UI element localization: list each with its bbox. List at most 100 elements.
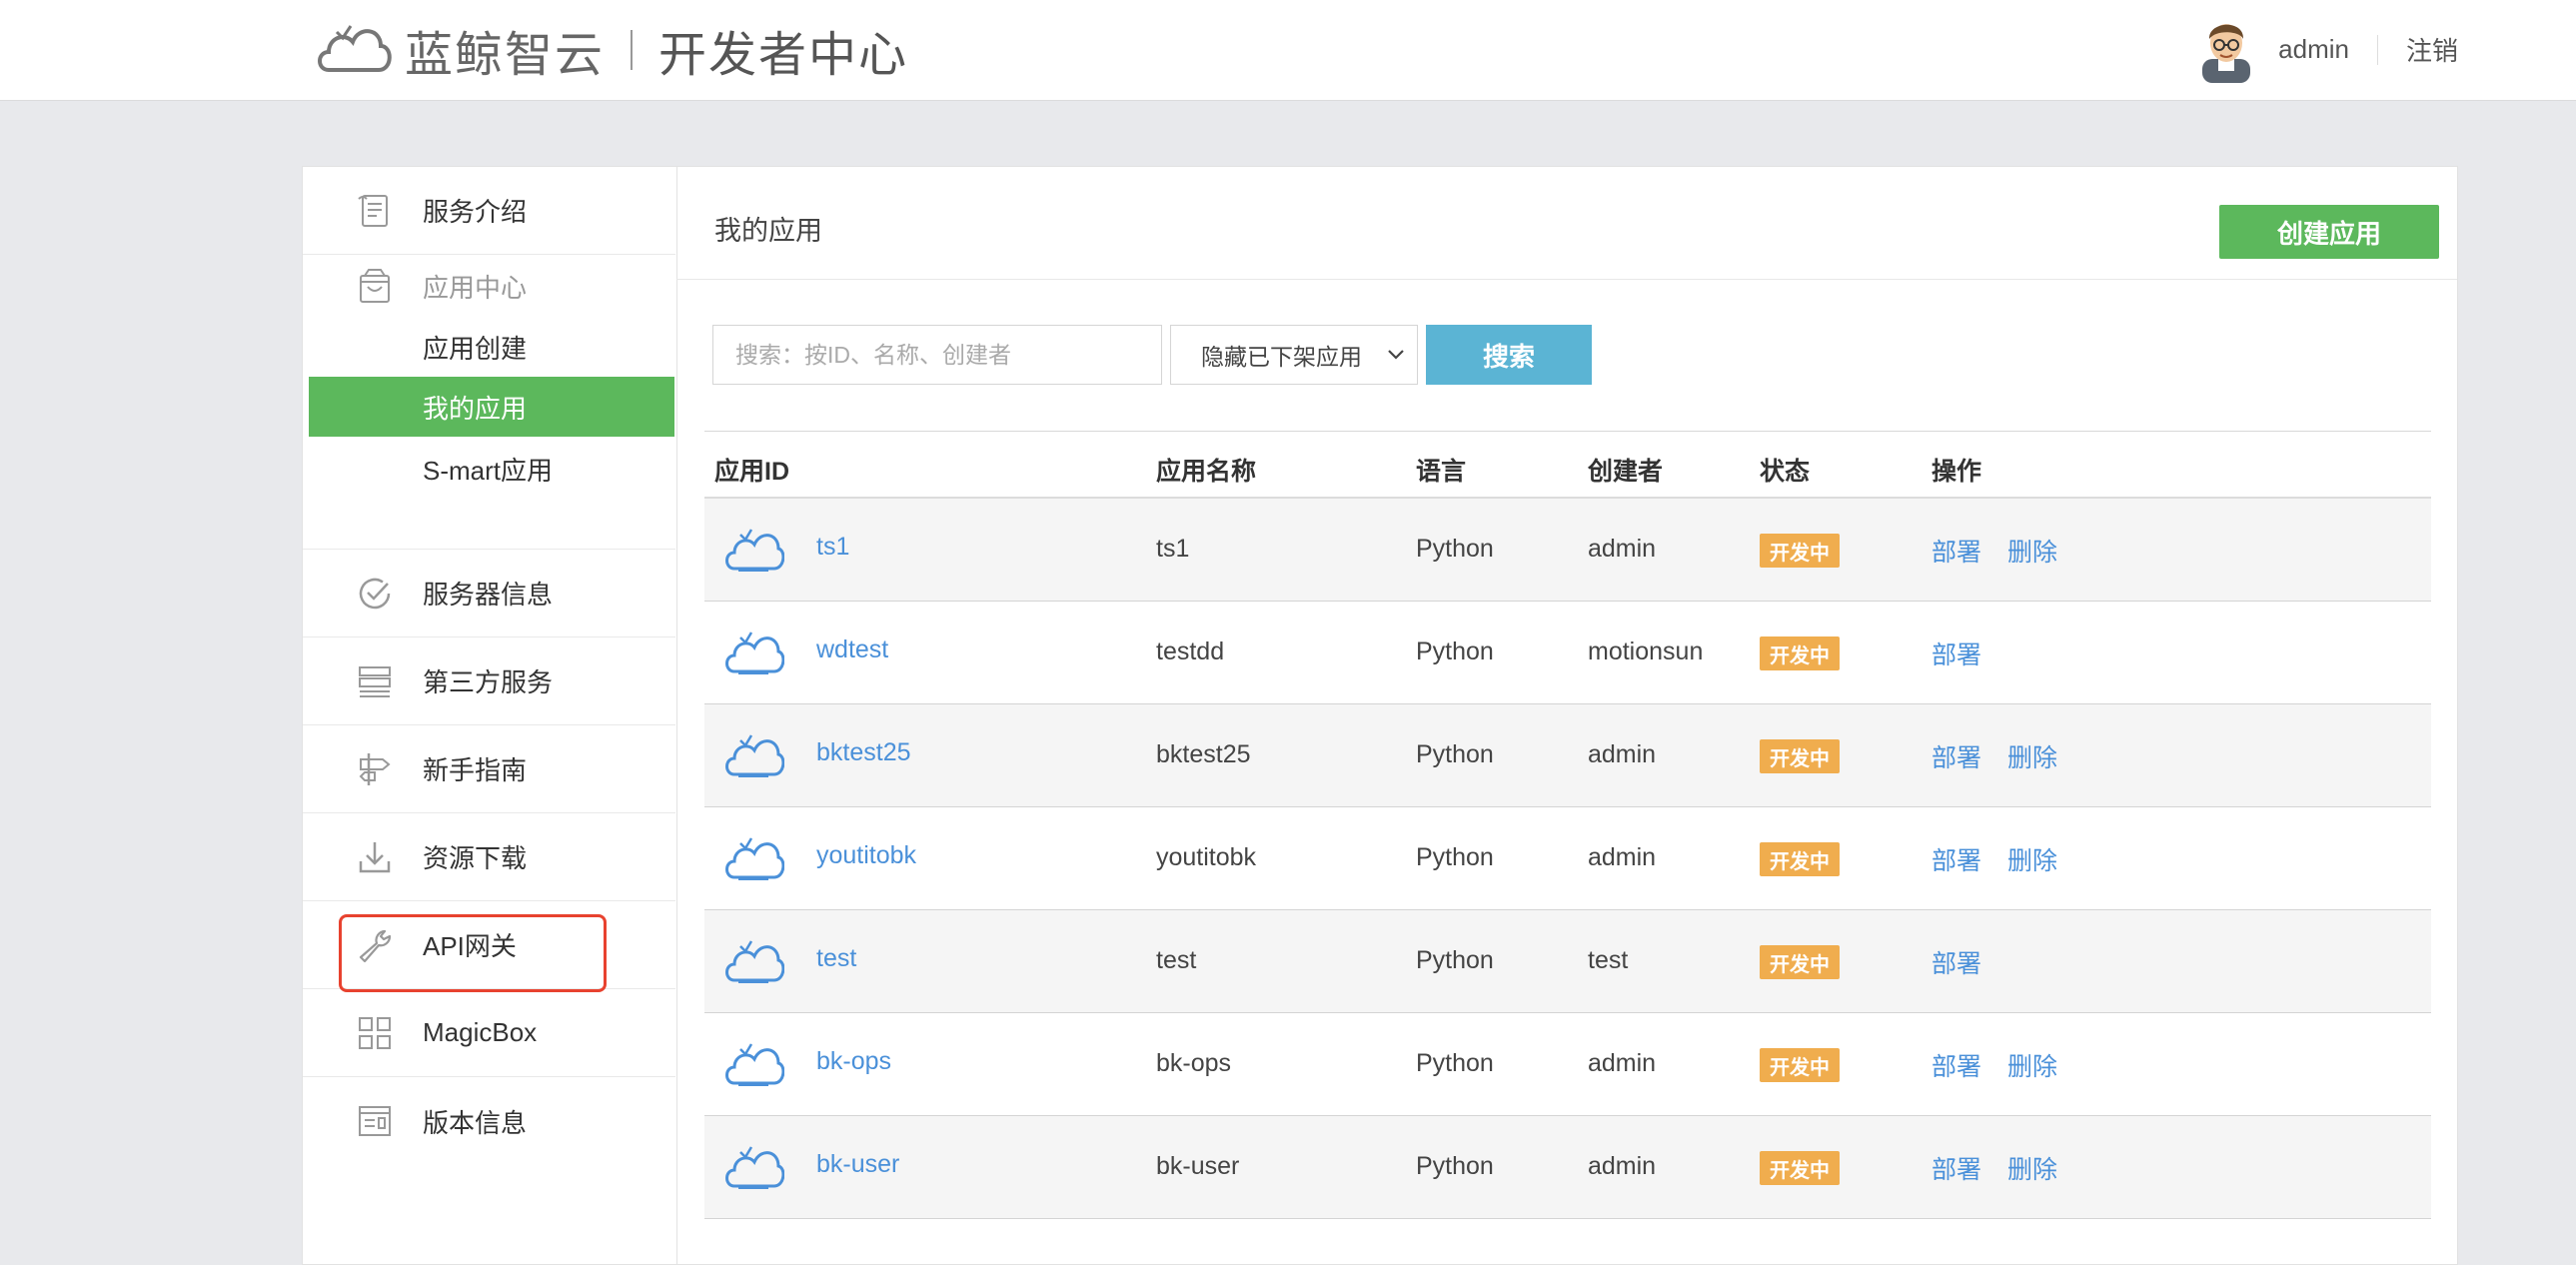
app-name: youtitobk	[1156, 843, 1257, 871]
app-name: testdd	[1156, 637, 1225, 665]
column-header-actions: 操作	[1932, 458, 1982, 486]
download-icon	[355, 837, 395, 877]
app-name: bktest25	[1156, 740, 1251, 768]
logo[interactable]: 蓝鲸智云 开发者中心	[315, 12, 908, 87]
delete-link[interactable]: 删除	[2007, 738, 2057, 774]
content-header: 我的应用 创建应用	[676, 167, 2457, 280]
sidebar-item-service-intro[interactable]: 服务介绍	[303, 167, 675, 255]
table-row: bk-user bk-user Python admin 开发中 部署 删除	[704, 1116, 2431, 1219]
sidebar-item-label: MagicBox	[423, 1017, 538, 1047]
app-id-link[interactable]: wdtest	[816, 635, 888, 664]
column-header-app-id: 应用ID	[714, 458, 790, 486]
column-header-creator: 创建者	[1588, 458, 1664, 486]
highlight-annotation-box	[339, 914, 607, 992]
delete-link[interactable]: 删除	[2007, 1150, 2057, 1186]
app-creator: admin	[1588, 740, 1657, 768]
app-creator: test	[1588, 946, 1629, 974]
status-badge: 开发中	[1760, 1151, 1840, 1185]
deploy-link[interactable]: 部署	[1932, 1047, 1981, 1083]
sidebar-item-version-info[interactable]: 版本信息	[303, 1077, 675, 1165]
info-panel-icon	[355, 1101, 395, 1141]
status-badge: 开发中	[1760, 842, 1840, 876]
sidebar-item-label: 第三方服务	[423, 667, 554, 697]
deploy-link[interactable]: 部署	[1932, 841, 1981, 877]
table-row: ts1 ts1 Python admin 开发中 部署 删除	[704, 499, 2431, 602]
app-id-link[interactable]: bk-user	[816, 1150, 899, 1179]
sidebar-subitem-label: 应用创建	[423, 333, 528, 364]
deploy-link[interactable]: 部署	[1932, 1150, 1981, 1186]
deploy-link[interactable]: 部署	[1932, 533, 1981, 569]
sidebar-subitem-smart-apps[interactable]: S-mart应用	[309, 439, 674, 499]
delete-link[interactable]: 删除	[2007, 1047, 2057, 1083]
server-icon	[355, 661, 395, 701]
app-id-link[interactable]: bk-ops	[816, 1047, 891, 1076]
sidebar-item-third-party[interactable]: 第三方服务	[303, 637, 675, 725]
deploy-link[interactable]: 部署	[1932, 635, 1981, 671]
sidebar-item-label: 新手指南	[423, 755, 528, 785]
status-badge: 开发中	[1760, 739, 1840, 773]
sidebar: 服务介绍 应用中心 应用创建 我的应用 S-mart应用 服务器信息 第三方服务…	[303, 167, 677, 1264]
app-id-link[interactable]: bktest25	[816, 738, 911, 767]
status-badge: 开发中	[1760, 636, 1840, 670]
app-creator: admin	[1588, 843, 1657, 871]
search-input[interactable]	[712, 325, 1162, 385]
app-language: Python	[1416, 1152, 1494, 1180]
signpost-icon	[355, 749, 395, 789]
sidebar-item-magicbox[interactable]: MagicBox	[303, 989, 675, 1077]
app-id-link[interactable]: ts1	[816, 533, 849, 562]
app-name: test	[1156, 946, 1197, 974]
logout-link[interactable]: 注销	[2406, 31, 2458, 68]
avatar[interactable]	[2196, 17, 2256, 83]
sidebar-item-resource-download[interactable]: 资源下载	[303, 813, 675, 901]
sidebar-item-label: 版本信息	[423, 1107, 528, 1138]
content-area: 我的应用 创建应用 隐藏已下架应用 搜索 应用ID 应用名称 语言 创建者 状态…	[676, 167, 2457, 1264]
app-creator: admin	[1588, 1152, 1657, 1180]
status-badge: 开发中	[1760, 534, 1840, 568]
app-creator: motionsun	[1588, 637, 1704, 665]
apps-table: 应用ID 应用名称 语言 创建者 状态 操作 ts1 ts1 Python admin…	[704, 431, 2431, 1219]
delete-link[interactable]: 删除	[2007, 841, 2057, 877]
sidebar-subitem-label: S-mart应用	[423, 455, 554, 486]
column-header-app-name: 应用名称	[1156, 458, 1257, 486]
sidebar-item-app-center[interactable]: 应用中心	[303, 255, 675, 317]
app-name: bk-ops	[1156, 1049, 1232, 1077]
app-language: Python	[1416, 637, 1494, 665]
deploy-link[interactable]: 部署	[1932, 738, 1981, 774]
app-creator: admin	[1588, 1049, 1657, 1077]
app-id-link[interactable]: youtitobk	[816, 841, 916, 870]
status-badge: 开发中	[1760, 1048, 1840, 1082]
sidebar-subitem-my-apps[interactable]: 我的应用	[309, 377, 674, 437]
app-cloud-icon	[722, 934, 785, 988]
filter-select[interactable]: 隐藏已下架应用	[1170, 325, 1418, 385]
search-button[interactable]: 搜索	[1426, 325, 1592, 385]
sidebar-item-label: 资源下载	[423, 843, 528, 873]
sidebar-item-server-info[interactable]: 服务器信息	[303, 550, 675, 637]
username[interactable]: admin	[2278, 34, 2349, 65]
app-id-link[interactable]: test	[816, 944, 856, 973]
sidebar-subitem-app-create[interactable]: 应用创建	[309, 317, 674, 377]
sidebar-item-beginner-guide[interactable]: 新手指南	[303, 725, 675, 813]
create-app-button[interactable]: 创建应用	[2219, 205, 2439, 259]
filter-select-value: 隐藏已下架应用	[1201, 344, 1362, 370]
delete-link[interactable]: 删除	[2007, 533, 2057, 569]
sidebar-item-label: 服务介绍	[423, 197, 528, 227]
deploy-link[interactable]: 部署	[1932, 944, 1981, 980]
app-cloud-icon	[722, 831, 785, 885]
table-row: test test Python test 开发中 部署	[704, 910, 2431, 1013]
column-header-language: 语言	[1416, 458, 1467, 486]
sidebar-item-label: 应用中心	[423, 272, 528, 303]
sidebar-item-label: 服务器信息	[423, 580, 554, 610]
check-circle-icon	[355, 574, 395, 614]
app-cloud-icon	[722, 1140, 785, 1194]
page-title: 我的应用	[714, 216, 822, 246]
app-name: ts1	[1156, 535, 1190, 563]
app-creator: admin	[1588, 535, 1657, 563]
user-area: admin 注销	[2196, 12, 2458, 87]
app-language: Python	[1416, 843, 1494, 871]
grid-icon	[355, 1013, 395, 1053]
cloud-logo-icon	[318, 24, 392, 72]
app-cloud-icon	[722, 626, 785, 679]
table-header: 应用ID 应用名称 语言 创建者 状态 操作	[704, 431, 2431, 499]
app-cloud-icon	[722, 728, 785, 782]
user-divider	[2376, 34, 2378, 65]
